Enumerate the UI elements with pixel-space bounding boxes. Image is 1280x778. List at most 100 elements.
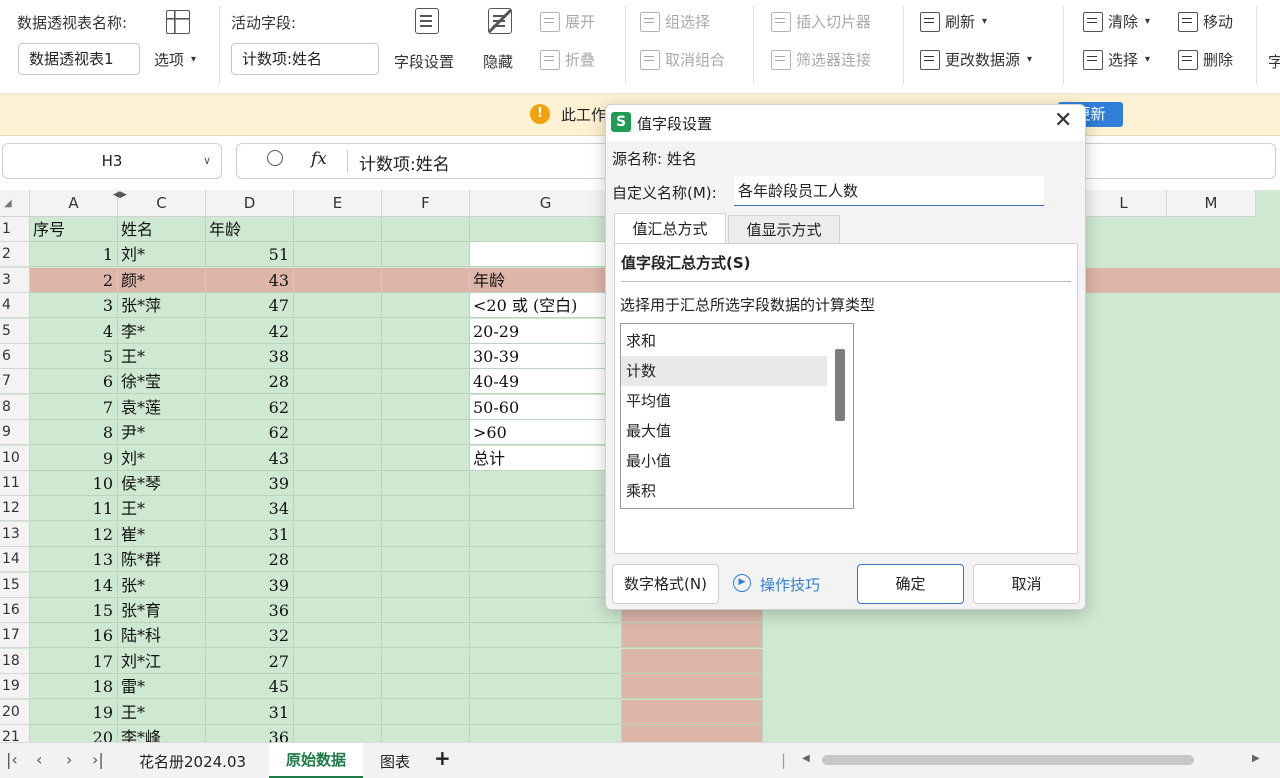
fx-icon[interactable]: fx <box>311 149 327 169</box>
ok-button[interactable]: 确定 <box>857 564 964 604</box>
field-settings-button[interactable]: 字段设置 <box>394 51 454 72</box>
row-header[interactable]: 8 <box>0 394 30 420</box>
column-header[interactable]: F <box>382 190 470 217</box>
row-header[interactable]: 18 <box>0 648 30 674</box>
empty-cell[interactable] <box>382 318 470 344</box>
number-format-button[interactable]: 数字格式(N) <box>612 564 719 604</box>
cell-name[interactable]: 姓名 <box>118 217 206 242</box>
pivot-cell[interactable] <box>470 521 622 547</box>
empty-cell[interactable] <box>294 344 382 369</box>
cell-name[interactable]: 张*萍 <box>118 293 206 319</box>
pivot-cell[interactable] <box>470 674 622 700</box>
cell-age[interactable]: 31 <box>206 699 294 725</box>
cell-age[interactable]: 39 <box>206 572 294 598</box>
column-header[interactable]: M <box>1167 190 1256 217</box>
cell-seq[interactable]: 20 <box>30 725 118 742</box>
cell-seq[interactable]: 15 <box>30 598 118 623</box>
list-scrollbar[interactable] <box>835 349 845 421</box>
select-all-corner[interactable]: ◢ <box>0 190 30 217</box>
first-sheet-icon[interactable]: |‹ <box>6 750 18 769</box>
empty-cell[interactable] <box>382 394 470 420</box>
empty-cell[interactable] <box>294 521 382 547</box>
pivot-cell[interactable] <box>470 496 622 522</box>
cell-seq[interactable]: 3 <box>30 293 118 319</box>
cell-name[interactable]: 袁*莲 <box>118 394 206 420</box>
row-header[interactable]: 9 <box>0 420 30 446</box>
close-icon[interactable]: ✕ <box>1054 108 1072 133</box>
empty-cell[interactable] <box>382 725 470 742</box>
cell-name[interactable]: 陈*群 <box>118 547 206 573</box>
tab-raw-data[interactable]: 原始数据 <box>269 743 363 778</box>
cell-age[interactable]: 年龄 <box>206 217 294 242</box>
column-header[interactable]: A <box>30 190 118 217</box>
cell-age[interactable]: 38 <box>206 344 294 369</box>
cell-seq[interactable]: 2 <box>30 267 118 293</box>
cell-seq[interactable]: 18 <box>30 674 118 700</box>
empty-cell[interactable] <box>294 217 382 242</box>
row-header[interactable]: 13 <box>0 521 30 547</box>
pivot-cell[interactable] <box>470 623 622 649</box>
row-header[interactable]: 12 <box>0 496 30 522</box>
column-header[interactable]: E <box>294 190 382 217</box>
pivot-cell[interactable] <box>470 242 622 268</box>
selected-column-cell[interactable] <box>622 725 763 742</box>
cell-name[interactable]: 刘* <box>118 242 206 268</box>
move-button[interactable]: 移动 <box>1178 11 1233 32</box>
cell-age[interactable]: 43 <box>206 445 294 471</box>
empty-cell[interactable] <box>382 445 470 471</box>
empty-cell[interactable] <box>382 471 470 496</box>
selected-column-cell[interactable] <box>622 699 763 725</box>
cell-name[interactable]: 王* <box>118 699 206 725</box>
delete-button[interactable]: 删除 <box>1178 49 1233 70</box>
row-header[interactable]: 4 <box>0 293 30 319</box>
empty-cell[interactable] <box>382 572 470 598</box>
cell-age[interactable]: 28 <box>206 369 294 395</box>
empty-cell[interactable] <box>294 572 382 598</box>
cell-seq[interactable]: 10 <box>30 471 118 496</box>
cell-seq[interactable]: 9 <box>30 445 118 471</box>
zoom-icon[interactable] <box>267 150 283 166</box>
pivot-cell[interactable]: 总计 <box>470 445 622 471</box>
scroll-right-icon[interactable]: ▶ <box>1252 753 1260 764</box>
empty-cell[interactable] <box>294 471 382 496</box>
pivot-cell[interactable] <box>470 547 622 573</box>
row-header[interactable]: 21 <box>0 725 30 742</box>
column-header[interactable]: C <box>118 190 206 217</box>
empty-cell[interactable] <box>294 496 382 522</box>
empty-cell[interactable] <box>294 674 382 700</box>
pivot-cell[interactable] <box>470 598 622 623</box>
empty-cell[interactable] <box>382 267 470 293</box>
empty-cell[interactable] <box>294 420 382 446</box>
pivot-cell[interactable]: 40-49 <box>470 369 622 395</box>
selected-column-cell[interactable] <box>622 623 763 649</box>
empty-cell[interactable] <box>382 420 470 446</box>
column-header[interactable]: L <box>1081 190 1167 217</box>
cell-name[interactable]: 尹* <box>118 420 206 446</box>
cell-seq[interactable]: 14 <box>30 572 118 598</box>
empty-cell[interactable] <box>294 725 382 742</box>
column-header[interactable]: G <box>470 190 622 217</box>
horizontal-scrollbar[interactable] <box>822 755 1194 765</box>
play-icon[interactable]: ▶ <box>733 574 751 592</box>
row-header[interactable]: 10 <box>0 445 30 471</box>
prev-sheet-icon[interactable]: ‹ <box>36 750 42 769</box>
cell-age[interactable]: 32 <box>206 623 294 649</box>
pivot-cell[interactable] <box>470 725 622 742</box>
pivot-cell[interactable] <box>470 699 622 725</box>
change-source-button[interactable]: 更改数据源 ▾ <box>920 49 1032 70</box>
pivot-cell[interactable] <box>470 217 622 242</box>
pivot-cell[interactable] <box>470 572 622 598</box>
tips-link[interactable]: 操作技巧 <box>760 574 820 595</box>
cell-age[interactable]: 62 <box>206 394 294 420</box>
row-header[interactable]: 1 <box>0 217 30 242</box>
row-header[interactable]: 5 <box>0 318 30 344</box>
empty-cell[interactable] <box>382 217 470 242</box>
cell-name[interactable]: 雷* <box>118 674 206 700</box>
empty-cell[interactable] <box>294 547 382 573</box>
cell-seq[interactable]: 5 <box>30 344 118 369</box>
cell-name[interactable]: 徐*莹 <box>118 369 206 395</box>
last-sheet-icon[interactable]: ›| <box>92 750 104 769</box>
empty-cell[interactable] <box>382 598 470 623</box>
active-field-input[interactable]: 计数项:姓名 <box>231 43 379 75</box>
cell-seq[interactable]: 16 <box>30 623 118 649</box>
